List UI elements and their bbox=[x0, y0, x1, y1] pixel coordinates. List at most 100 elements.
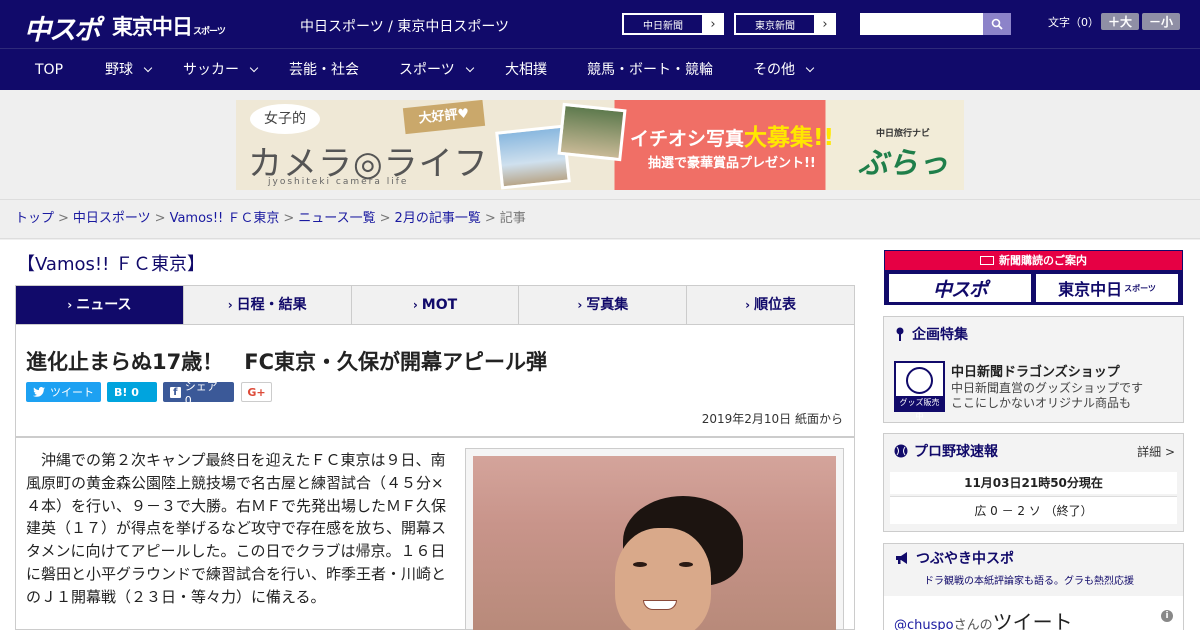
tweet-subtitle: ドラ観戦の本紙評論家も語る。グラも熱烈応援 bbox=[924, 576, 1134, 587]
search-input[interactable] bbox=[860, 13, 983, 35]
subscribe-tokyo-button[interactable]: 東京中日 スポーツ bbox=[1036, 274, 1178, 302]
chunichi-shimbun-label: 中日新聞 bbox=[623, 14, 703, 34]
site-names: 中日スポーツ / 東京中日スポーツ bbox=[300, 19, 510, 35]
font-larger-button[interactable]: ＋大 bbox=[1101, 13, 1139, 30]
dragons-shop-logo[interactable]: グッズ販売中 bbox=[894, 361, 945, 421]
tokyo-chunichi-logo[interactable]: 東京中日スポーツ bbox=[112, 11, 226, 41]
photo-mouth bbox=[643, 600, 677, 610]
google-plus-button[interactable]: G+ bbox=[241, 382, 272, 402]
nav-item-sports[interactable]: スポーツ bbox=[399, 49, 474, 91]
baseball-detail-link[interactable]: 詳細 > bbox=[1137, 443, 1175, 460]
article-body: 沖縄での第２次キャンプ最終日を迎えたＦＣ東京は９日、南風原町の黄金森公園陸上競技… bbox=[26, 451, 447, 606]
banner-prize: 抽選で豪華賞品プレゼント!! bbox=[648, 156, 816, 171]
subscription-box: 新聞購読のご案内 中スポ 東京中日 スポーツ bbox=[884, 250, 1183, 305]
nav-label: 芸能・社会 bbox=[289, 62, 359, 78]
photo-eye bbox=[679, 562, 693, 567]
tweet-button[interactable]: ツイート bbox=[26, 382, 101, 402]
nav-item-entertainment[interactable]: 芸能・社会 bbox=[289, 49, 359, 91]
tweet-handle[interactable]: @chuspoさんのツイート bbox=[894, 606, 1073, 630]
breadcrumb-current: 記事 bbox=[499, 211, 526, 226]
nav-item-racing[interactable]: 競馬・ボート・競輪 bbox=[587, 49, 713, 91]
tab-label: 日程・結果 bbox=[236, 297, 307, 313]
hatena-bookmark-button[interactable]: B! 0 bbox=[107, 382, 157, 402]
chevron-right-icon: › bbox=[710, 16, 716, 32]
tokyo-logo-small: スポーツ bbox=[193, 27, 226, 37]
shop-description: 中日新聞直営のグッズショップです ここにしかないオリジナル商品も bbox=[951, 381, 1143, 411]
breadcrumb-link[interactable]: 中日スポーツ bbox=[73, 211, 151, 226]
score-timestamp: 11月03日21時50分現在 bbox=[890, 472, 1177, 494]
facebook-share-button[interactable]: f シェア 0 bbox=[163, 380, 234, 407]
google-plus-icon: G+ bbox=[247, 385, 266, 399]
section-title: 【Vamos!! ＦＣ東京】 bbox=[17, 254, 206, 275]
search-button[interactable] bbox=[983, 13, 1011, 35]
tokyo-shimbun-label: 東京新聞 bbox=[735, 14, 815, 34]
chevron-right-icon: › bbox=[67, 298, 73, 312]
nav-item-top[interactable]: TOP bbox=[35, 49, 63, 91]
tab-news[interactable]: › ニュース bbox=[16, 286, 183, 324]
newspaper-icon bbox=[980, 256, 994, 265]
baseball-head: プロ野球速報 詳細 > bbox=[884, 434, 1183, 468]
subscription-head-label: 新聞購読のご案内 bbox=[999, 254, 1087, 267]
breadcrumb-link[interactable]: 2月の記事一覧 bbox=[395, 211, 481, 226]
subscription-head: 新聞購読のご案内 bbox=[885, 251, 1182, 270]
tab-label: 写真集 bbox=[586, 297, 629, 313]
score-row[interactable]: 広 0 － 2 ソ （終了） bbox=[890, 496, 1177, 524]
chuspo-logo[interactable]: 中スポ bbox=[24, 8, 101, 47]
nav-label: 競馬・ボート・競輪 bbox=[587, 62, 713, 78]
info-icon[interactable]: i bbox=[1161, 610, 1173, 622]
subscribe-tokyo-label: 東京中日 bbox=[1058, 280, 1123, 299]
breadcrumb-separator: > bbox=[484, 211, 496, 226]
banner-joshi: 女子的 bbox=[250, 104, 320, 134]
tab-standings[interactable]: › 順位表 bbox=[686, 286, 854, 324]
banner-headline: イチオシ写真大募集!! bbox=[630, 118, 834, 152]
tweet-handle-name: @chuspo bbox=[894, 618, 954, 630]
shop-title[interactable]: 中日新聞ドラゴンズショップ bbox=[951, 361, 1120, 380]
shop-desc-line: 中日新聞直営のグッズショップです bbox=[951, 381, 1144, 395]
tab-photos[interactable]: › 写真集 bbox=[518, 286, 686, 324]
subscribe-chuspo-button[interactable]: 中スポ bbox=[889, 274, 1031, 302]
breadcrumb-link[interactable]: トップ bbox=[15, 211, 54, 226]
photo-face bbox=[615, 528, 711, 630]
breadcrumb-separator: > bbox=[283, 211, 295, 226]
banner-photo bbox=[557, 102, 627, 162]
breadcrumb-link[interactable]: ニュース一覧 bbox=[298, 211, 375, 226]
breadcrumb-separator: > bbox=[379, 211, 391, 226]
feature-box: 企画特集 グッズ販売中 中日新聞ドラゴンズショップ 中日新聞直営のグッズショップ… bbox=[883, 316, 1184, 423]
font-smaller-button[interactable]: －小 bbox=[1142, 13, 1180, 30]
font-size-label: 文字（0） bbox=[1048, 16, 1099, 29]
facebook-icon: f bbox=[170, 386, 181, 398]
tweet-head-label: つぶやき中スポ bbox=[916, 551, 1014, 567]
nav-item-soccer[interactable]: サッカー bbox=[183, 49, 259, 91]
tweet-head: つぶやき中スポ bbox=[884, 544, 1183, 572]
tab-mot[interactable]: › MOT bbox=[350, 286, 519, 324]
tab-label: 順位表 bbox=[754, 297, 797, 313]
article-photo[interactable] bbox=[473, 456, 836, 630]
tokyo-shimbun-button[interactable]: 東京新聞 › bbox=[734, 13, 836, 35]
feature-head: 企画特集 bbox=[884, 317, 1183, 351]
baseball-icon bbox=[894, 444, 908, 458]
article-date: 2019年2月10日 紙面から bbox=[701, 412, 843, 426]
banner-area: 女子的 カメラ◎ライフ jyoshiteki camera life 大好評♥ … bbox=[0, 90, 1200, 200]
chevron-right-icon: › bbox=[412, 298, 418, 312]
nav-item-baseball[interactable]: 野球 bbox=[105, 49, 153, 91]
tab-label: ニュース bbox=[76, 297, 132, 313]
banner-brand-logo: ぶらっ人 bbox=[858, 146, 948, 181]
top-header: 中スポ 東京中日スポーツ 中日スポーツ / 東京中日スポーツ 中日新聞 › 東京… bbox=[0, 0, 1200, 48]
tab-schedule[interactable]: › 日程・結果 bbox=[182, 286, 351, 324]
search-icon bbox=[991, 18, 1003, 30]
photo-eye bbox=[633, 562, 647, 567]
banner-subtitle: jyoshiteki camera life bbox=[268, 177, 409, 187]
breadcrumb-link[interactable]: Vamos!! ＦＣ東京 bbox=[170, 211, 280, 226]
nav-item-sumo[interactable]: 大相撲 bbox=[505, 49, 547, 91]
main-nav: TOP 野球 サッカー 芸能・社会 スポーツ 大相撲 競馬・ボート・競輪 その他 bbox=[0, 48, 1200, 90]
facebook-label: シェア 0 bbox=[184, 379, 218, 407]
nav-item-other[interactable]: その他 bbox=[753, 49, 815, 91]
chunichi-shimbun-button[interactable]: 中日新聞 › bbox=[622, 13, 724, 35]
tweet-word: ツイート bbox=[992, 610, 1073, 630]
tweet-handle-suffix: さんの bbox=[953, 618, 993, 630]
baseball-score-box: プロ野球速報 詳細 > 11月03日21時50分現在 広 0 － 2 ソ （終了… bbox=[883, 433, 1184, 532]
ad-banner[interactable]: 女子的 カメラ◎ライフ jyoshiteki camera life 大好評♥ … bbox=[236, 100, 964, 190]
article-title: 進化止まらぬ17歳！ FC東京・久保が開幕アピール弾 bbox=[26, 350, 547, 374]
tab-label: MOT bbox=[421, 297, 458, 313]
shop-logo-label: グッズ販売中 bbox=[896, 396, 943, 421]
